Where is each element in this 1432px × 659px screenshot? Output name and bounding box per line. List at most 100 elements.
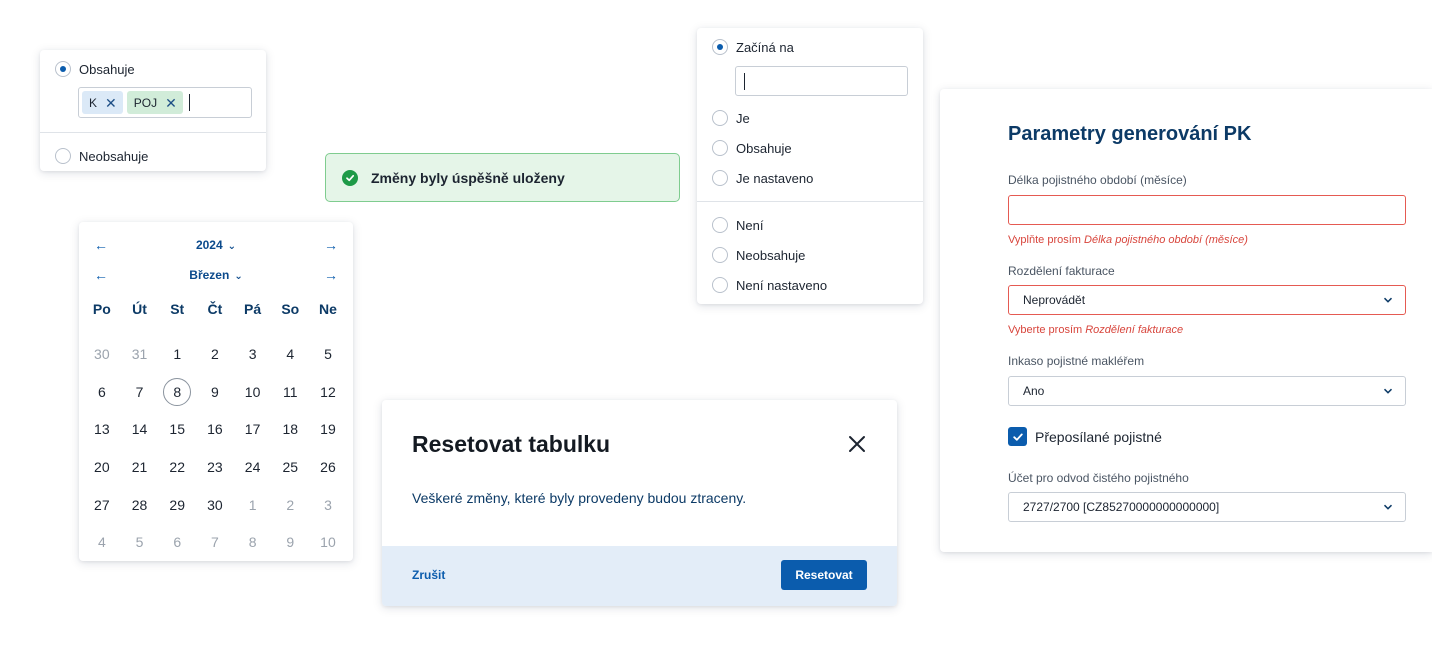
radio-label: Není: [736, 217, 764, 233]
chip-k: K ✕: [82, 91, 123, 114]
radio-unchecked-icon[interactable]: [712, 170, 728, 186]
radio-option-not-contains[interactable]: Neobsahuje: [712, 247, 805, 263]
radio-unchecked-icon[interactable]: [712, 247, 728, 263]
reset-button[interactable]: Resetovat: [781, 560, 867, 590]
error-field-name: Délka pojistného období (měsíce): [1084, 234, 1248, 246]
calendar-day[interactable]: 25: [271, 448, 309, 486]
calendar-day[interactable]: 15: [158, 410, 196, 448]
weekday-label: Pá: [244, 301, 262, 317]
close-icon[interactable]: [847, 434, 867, 454]
day-number: 2: [211, 345, 219, 362]
calendar-day[interactable]: 3: [309, 486, 347, 524]
calendar-day[interactable]: 20: [83, 448, 121, 486]
day-number: 3: [248, 345, 257, 362]
calendar-day[interactable]: 8: [234, 523, 272, 561]
radio-unchecked-icon[interactable]: [712, 217, 728, 233]
radio-option-is-not[interactable]: Není: [712, 217, 763, 233]
next-year-arrow-icon[interactable]: →: [324, 236, 338, 254]
radio-checked-icon[interactable]: [55, 61, 71, 77]
calendar-day[interactable]: 2: [196, 335, 234, 373]
radio-option-is[interactable]: Je: [712, 110, 750, 126]
calendar-day[interactable]: 9: [271, 523, 309, 561]
calendar-day[interactable]: 5: [121, 523, 159, 561]
year-select[interactable]: 2024 ⌄: [79, 236, 353, 256]
calendar-day[interactable]: 17: [234, 410, 272, 448]
calendar-day[interactable]: 7: [121, 373, 159, 411]
cancel-button[interactable]: Zrušit: [412, 568, 445, 582]
calendar-day[interactable]: 6: [83, 373, 121, 411]
day-number: 4: [97, 534, 106, 551]
starts-with-input[interactable]: [735, 66, 908, 96]
checkbox-checked-icon[interactable]: [1008, 427, 1027, 446]
calendar-day[interactable]: 22: [158, 448, 196, 486]
radio-option-is-set[interactable]: Je nastaveno: [712, 170, 813, 186]
day-number: 23: [207, 458, 223, 475]
calendar-day[interactable]: 13: [83, 410, 121, 448]
calendar-day[interactable]: 31: [121, 335, 159, 373]
remove-chip-icon[interactable]: ✕: [105, 96, 117, 110]
radio-label: Je nastaveno: [736, 170, 814, 186]
day-number: 10: [244, 383, 261, 400]
radio-option-starts-with[interactable]: Začíná na: [712, 39, 794, 55]
next-month-arrow-icon[interactable]: →: [324, 266, 338, 284]
calendar-day[interactable]: 21: [121, 448, 159, 486]
calendar-day[interactable]: 4: [83, 523, 121, 561]
calendar-day[interactable]: 28: [121, 486, 159, 524]
period-input[interactable]: [1008, 195, 1406, 225]
month-label: Březen: [189, 268, 230, 282]
collection-select[interactable]: Ano: [1008, 376, 1406, 406]
radio-option-not-contains[interactable]: Neobsahuje: [55, 148, 148, 164]
form-title: Parametry generování PK: [1008, 123, 1252, 145]
calendar-day[interactable]: 4: [271, 335, 309, 373]
radio-unchecked-icon[interactable]: [55, 148, 71, 164]
calendar-day[interactable]: 30: [83, 335, 121, 373]
calendar-day[interactable]: 6: [158, 523, 196, 561]
radio-unchecked-icon[interactable]: [712, 140, 728, 156]
calendar-day[interactable]: 16: [196, 410, 234, 448]
radio-unchecked-icon[interactable]: [712, 110, 728, 126]
calendar-day[interactable]: 23: [196, 448, 234, 486]
tag-input[interactable]: K ✕ POJ ✕: [78, 87, 252, 118]
calendar-day[interactable]: 26: [309, 448, 347, 486]
billing-select[interactable]: Neprovádět: [1008, 285, 1406, 315]
calendar-day[interactable]: 5: [309, 335, 347, 373]
radio-option-is-not-set[interactable]: Není nastaveno: [712, 277, 827, 293]
weekday-label: Ne: [319, 301, 337, 317]
calendar-day[interactable]: 27: [83, 486, 121, 524]
calendar-day[interactable]: 1: [234, 486, 272, 524]
calendar-day[interactable]: 12: [309, 373, 347, 411]
day-number: 17: [244, 421, 261, 438]
dialog-title: Resetovat tabulku: [412, 431, 611, 457]
radio-option-contains[interactable]: Obsahuje: [55, 61, 135, 77]
calendar-day[interactable]: 11: [271, 373, 309, 411]
error-prefix: Vyplňte prosím: [1008, 234, 1085, 246]
day-number: 7: [135, 383, 144, 400]
radio-label: Začíná na: [736, 39, 794, 55]
radio-unchecked-icon[interactable]: [712, 277, 728, 293]
calendar-day[interactable]: 9: [196, 373, 234, 411]
forwarded-premium-checkbox[interactable]: Přeposílané pojistné: [1008, 427, 1162, 446]
radio-checked-icon[interactable]: [712, 39, 728, 55]
calendar-day[interactable]: 3: [234, 335, 272, 373]
divider: [697, 201, 923, 202]
month-select[interactable]: Březen ⌄: [79, 266, 353, 286]
calendar-day[interactable]: 14: [121, 410, 159, 448]
calendar-day[interactable]: 10: [234, 373, 272, 411]
calendar-day[interactable]: 18: [271, 410, 309, 448]
calendar-day[interactable]: 29: [158, 486, 196, 524]
calendar-day[interactable]: 7: [196, 523, 234, 561]
error-field-name: Rozdělení fakturace: [1085, 324, 1184, 336]
operator-dropdown: Začíná na Je Obsahuje Je nastaveno Není …: [697, 28, 923, 304]
weekday-label: Út: [132, 301, 147, 317]
calendar-day[interactable]: 10: [309, 523, 347, 561]
calendar-day[interactable]: 2: [271, 486, 309, 524]
calendar-day[interactable]: 1: [158, 335, 196, 373]
remove-chip-icon[interactable]: ✕: [165, 96, 177, 110]
account-select[interactable]: 2727/2700 [CZ85270000000000000]: [1008, 492, 1406, 522]
calendar-day[interactable]: 30: [196, 486, 234, 524]
radio-option-contains[interactable]: Obsahuje: [712, 140, 792, 156]
year-nav: ← 2024 ⌄ →: [79, 236, 353, 254]
calendar-day-today[interactable]: 8: [158, 373, 196, 411]
calendar-day[interactable]: 19: [309, 410, 347, 448]
calendar-day[interactable]: 24: [234, 448, 272, 486]
